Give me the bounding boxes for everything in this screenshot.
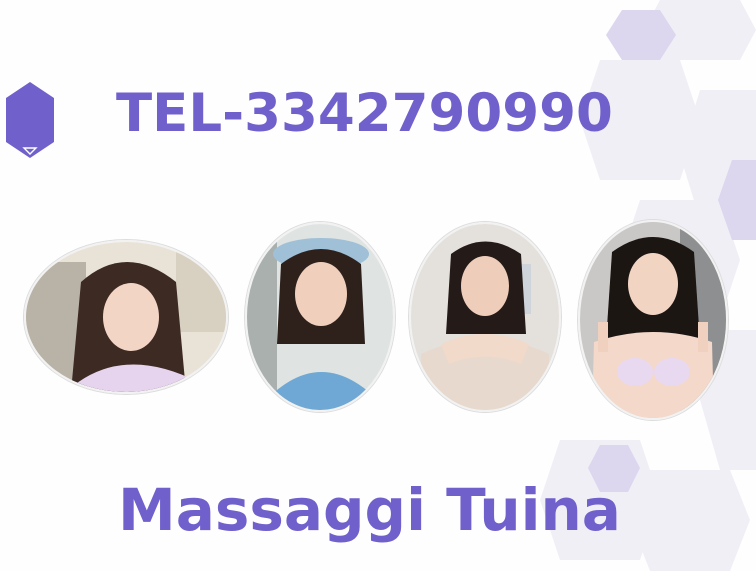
flyer-canvas: TEL-3342790990 Massaggi Tuina	[0, 0, 756, 571]
logo-hexagon-icon	[6, 82, 54, 158]
portrait-photo-2	[245, 222, 395, 412]
portrait-photo-1	[24, 240, 228, 394]
phone-number: TEL-3342790990	[116, 83, 613, 144]
service-title: Massaggi Tuina	[118, 476, 621, 544]
portrait-photo-3	[409, 222, 561, 412]
portrait-photo-4	[578, 220, 728, 420]
